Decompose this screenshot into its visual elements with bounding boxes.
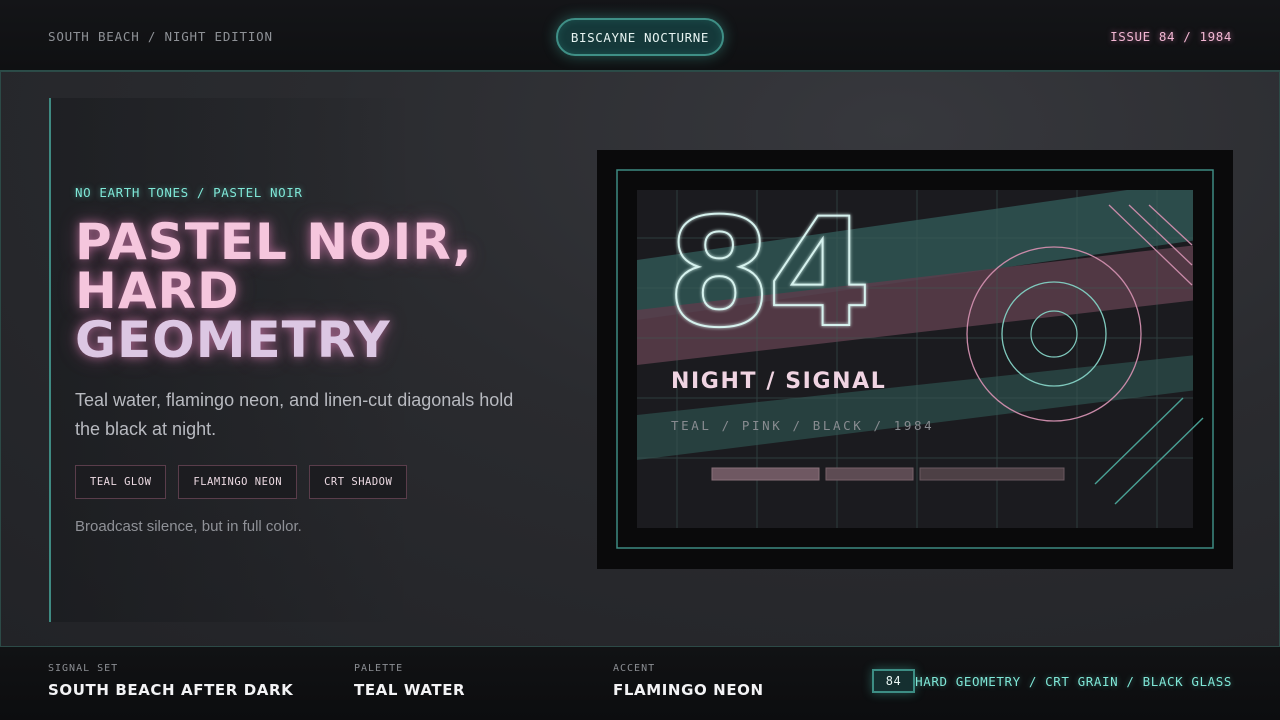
card-subtitle: TEAL / PINK / BLACK / 1984 [671,418,934,433]
hero-tagline: Broadcast silence, but in full color. [75,518,302,535]
accent-group: ACCENT FLAMINGO NEON [613,663,764,699]
section-label: SOUTH BEACH / NIGHT EDITION [48,29,273,44]
hero-headline: PASTEL NOIR, HARD GEOMETRY [75,213,555,369]
footer-tags: HARD GEOMETRY / CRT GRAIN / BLACK GLASS [915,674,1232,689]
brand-pill[interactable]: BISCAYNE NOCTURNE [556,18,724,56]
card-title: NIGHT / SIGNAL [671,369,886,394]
chip-crt-shadow[interactable]: CRT SHADOW [309,465,408,499]
numeral-84: 84 [667,187,868,361]
issue-badge: 84 [872,669,915,693]
hero-eyebrow: NO EARTH TONES / PASTEL NOIR [75,185,303,200]
signal-card: 84 NIGHT / SIGNAL TEAL / PINK / BLACK / … [597,150,1233,569]
headline-line: PASTEL NOIR, [75,213,473,271]
signal-set-label: SIGNAL SET [48,663,119,674]
palette-value: TEAL WATER [354,681,466,699]
top-bar: SOUTH BEACH / NIGHT EDITION BISCAYNE NOC… [0,0,1280,71]
chip-flamingo-neon[interactable]: FLAMINGO NEON [178,465,298,499]
signal-set-group: SIGNAL SET SOUTH BEACH AFTER DARK [48,663,293,699]
signal-set-value: SOUTH BEACH AFTER DARK [48,681,294,699]
chip-row: TEAL GLOW FLAMINGO NEON CRT SHADOW [75,465,408,499]
headline-line: HARD [75,262,240,320]
signal-card-art: 84 NIGHT / SIGNAL TEAL / PINK / BLACK / … [616,169,1214,549]
palette-label: PALETTE [354,663,404,674]
hero-subcopy: Teal water, flamingo neon, and linen-cut… [75,390,514,439]
accent-value: FLAMINGO NEON [613,681,764,699]
accent-label: ACCENT [613,663,656,674]
hero-panel: NO EARTH TONES / PASTEL NOIR PASTEL NOIR… [49,98,569,622]
issue-label: ISSUE 84 / 1984 [1110,29,1232,44]
level-bar [825,467,914,481]
level-bar [919,467,1065,481]
palette-group: PALETTE TEAL WATER [354,663,465,699]
main-stage: NO EARTH TONES / PASTEL NOIR PASTEL NOIR… [0,71,1280,647]
level-bar [711,467,820,481]
headline-line: GEOMETRY [75,311,391,369]
numeral-84-mark: 84 [666,186,873,362]
chip-teal-glow[interactable]: TEAL GLOW [75,465,167,499]
